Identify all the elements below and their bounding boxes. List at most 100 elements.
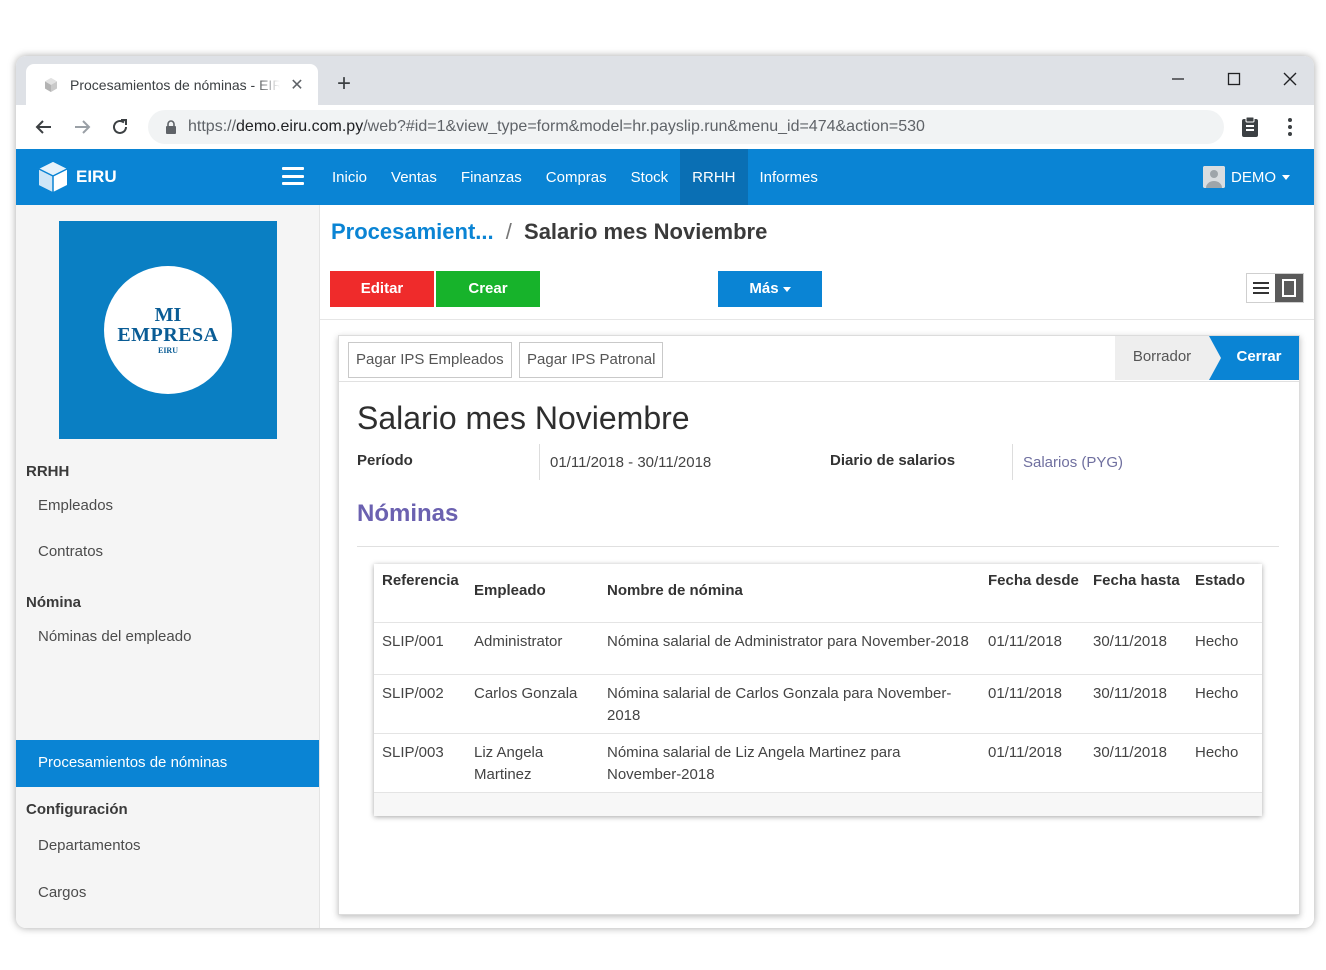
period-from: 01/11/2018 [550, 454, 624, 471]
period-value: 01/11/2018 - 30/11/2018 [550, 454, 711, 471]
address-bar[interactable]: https://demo.eiru.com.py/web?#id=1&view_… [148, 110, 1224, 144]
tab-strip: Procesamientos de nóminas - EIRU ✕ + [16, 56, 1314, 105]
more-options-icon[interactable] [1278, 115, 1302, 139]
caret-down-icon [1282, 174, 1290, 180]
stage-close[interactable]: Cerrar [1209, 336, 1299, 380]
record-title: Salario mes Noviembre [357, 400, 690, 436]
cube-logo-icon [38, 162, 68, 192]
column-header-state[interactable]: Estado [1187, 564, 1262, 622]
menu-item-inicio[interactable]: Inicio [320, 149, 379, 205]
cube-icon [42, 76, 60, 94]
column-header-reference[interactable]: Referencia [374, 564, 466, 622]
cell-payslip-name: Nómina salarial de Carlos Gonzala para N… [599, 673, 980, 733]
cell-employee: Liz Angela Martinez [466, 732, 599, 792]
cell-employee: Administrator [466, 621, 599, 674]
stage-draft[interactable]: Borrador [1115, 336, 1209, 380]
url-text: https://demo.eiru.com.py/web?#id=1&view_… [188, 118, 925, 135]
brand-name: EIRU [76, 167, 117, 186]
breadcrumb-separator: / [505, 219, 512, 244]
pay-ips-employer-button[interactable]: Pagar IPS Patronal [519, 342, 664, 378]
period-to: 30/11/2018 [637, 454, 712, 471]
table-row[interactable]: SLIP/003 Liz Angela Martinez Nómina sala… [374, 732, 1262, 792]
menu-item-compras[interactable]: Compras [534, 149, 619, 205]
menu-item-informes[interactable]: Informes [748, 149, 830, 205]
sidebar-item-cargos[interactable]: Cargos [16, 870, 319, 916]
tab-title: Procesamientos de nóminas - EIRU [70, 76, 280, 93]
app-navbar: EIRU Inicio Ventas Finanzas Compras Stoc… [16, 149, 1314, 205]
period-separator: - [628, 454, 634, 471]
minimize-icon[interactable] [1158, 64, 1198, 94]
view-switcher [1246, 273, 1304, 303]
close-window-icon[interactable] [1270, 64, 1310, 94]
create-button[interactable]: Crear [436, 271, 540, 307]
maximize-icon[interactable] [1214, 64, 1254, 94]
company-logo: MI EMPRESA EIRU [59, 221, 277, 439]
new-tab-button[interactable]: + [330, 70, 358, 98]
cell-reference: SLIP/003 [374, 732, 466, 792]
menu-item-rrhh[interactable]: RRHH [680, 149, 748, 205]
sidebar-item-empleados[interactable]: Empleados [16, 483, 319, 529]
browser-tab[interactable]: Procesamientos de nóminas - EIRU ✕ [26, 64, 318, 105]
breadcrumb-parent[interactable]: Procesamient... [331, 219, 494, 244]
breadcrumb-current: Salario mes Noviembre [524, 219, 768, 244]
table-footer-cell [374, 791, 1262, 816]
table-row[interactable]: SLIP/002 Carlos Gonzala Nómina salarial … [374, 673, 1262, 733]
cell-payslip-name: Nómina salarial de Liz Angela Martinez p… [599, 732, 980, 792]
caret-down-icon [782, 286, 791, 292]
sidebar-item-contratos[interactable]: Contratos [16, 529, 319, 575]
cell-state: Hecho [1187, 732, 1262, 792]
list-view-icon[interactable] [1247, 274, 1275, 302]
logo-line3: EIRU [157, 346, 178, 355]
main-content: Procesamient... / Salario mes Noviembre … [320, 205, 1314, 928]
forward-icon[interactable] [68, 113, 96, 141]
brand[interactable]: EIRU [36, 159, 117, 195]
menu-item-finanzas[interactable]: Finanzas [449, 149, 534, 205]
divider [320, 319, 1314, 320]
more-button[interactable]: Más [718, 271, 822, 307]
section-divider [357, 546, 1279, 547]
close-tab-icon[interactable]: ✕ [288, 75, 306, 95]
column-header-date-to[interactable]: Fecha hasta [1085, 564, 1187, 622]
status-bar: Pagar IPS Empleados Pagar IPS Patronal B… [339, 336, 1299, 382]
form-view-icon[interactable] [1275, 274, 1303, 302]
back-icon[interactable] [30, 113, 58, 141]
pay-ips-employees-button[interactable]: Pagar IPS Empleados [348, 342, 512, 378]
edit-button[interactable]: Editar [330, 271, 434, 307]
company-logo-circle: MI EMPRESA EIRU [104, 266, 232, 394]
clipboard-extension-icon[interactable] [1238, 115, 1262, 139]
form-sheet: Pagar IPS Empleados Pagar IPS Patronal B… [338, 335, 1300, 915]
column-header-employee[interactable]: Empleado [466, 564, 599, 622]
sidebar-section-configuracion: Configuración [26, 801, 128, 818]
reload-icon[interactable] [106, 113, 134, 141]
menu-item-stock[interactable]: Stock [619, 149, 681, 205]
table-row[interactable]: SLIP/001 Administrator Nómina salarial d… [374, 621, 1262, 674]
journal-value[interactable]: Salarios (PYG) [1023, 454, 1123, 471]
breadcrumb: Procesamient... / Salario mes Noviembre [331, 219, 767, 245]
logo-line2: EMPRESA [117, 324, 219, 346]
avatar [1203, 166, 1225, 188]
sidebar-section-rrhh: RRHH [26, 463, 70, 480]
user-name: DEMO [1231, 168, 1276, 186]
field-separator [539, 444, 540, 480]
hamburger-menu-icon[interactable] [282, 165, 304, 187]
cell-state: Hecho [1187, 673, 1262, 733]
column-header-payslip-name[interactable]: Nombre de nómina [599, 564, 980, 622]
cell-date-from: 01/11/2018 [980, 673, 1085, 733]
browser-toolbar: https://demo.eiru.com.py/web?#id=1&view_… [16, 105, 1314, 149]
sidebar: MI EMPRESA EIRU RRHH Empleados Contratos… [16, 205, 320, 928]
table-footer [374, 791, 1262, 816]
cell-date-to: 30/11/2018 [1085, 673, 1187, 733]
sidebar-section-nomina: Nómina [26, 594, 82, 611]
user-menu[interactable]: DEMO [1203, 165, 1290, 189]
menu-item-ventas[interactable]: Ventas [379, 149, 449, 205]
cell-state: Hecho [1187, 621, 1262, 674]
journal-label: Diario de salarios [830, 452, 956, 469]
sidebar-item-procesamientos[interactable]: Procesamientos de nóminas [16, 740, 319, 787]
cell-date-to: 30/11/2018 [1085, 732, 1187, 792]
column-header-date-from[interactable]: Fecha desde [980, 564, 1085, 622]
payslip-list: Referencia Empleado Nombre de nómina Fec… [374, 564, 1262, 816]
logo-line1: MI [154, 304, 182, 326]
sidebar-item-departamentos[interactable]: Departamentos [16, 823, 319, 869]
period-label: Período [357, 452, 413, 469]
sidebar-item-nominas-empleado[interactable]: Nóminas del empleado [16, 614, 319, 660]
